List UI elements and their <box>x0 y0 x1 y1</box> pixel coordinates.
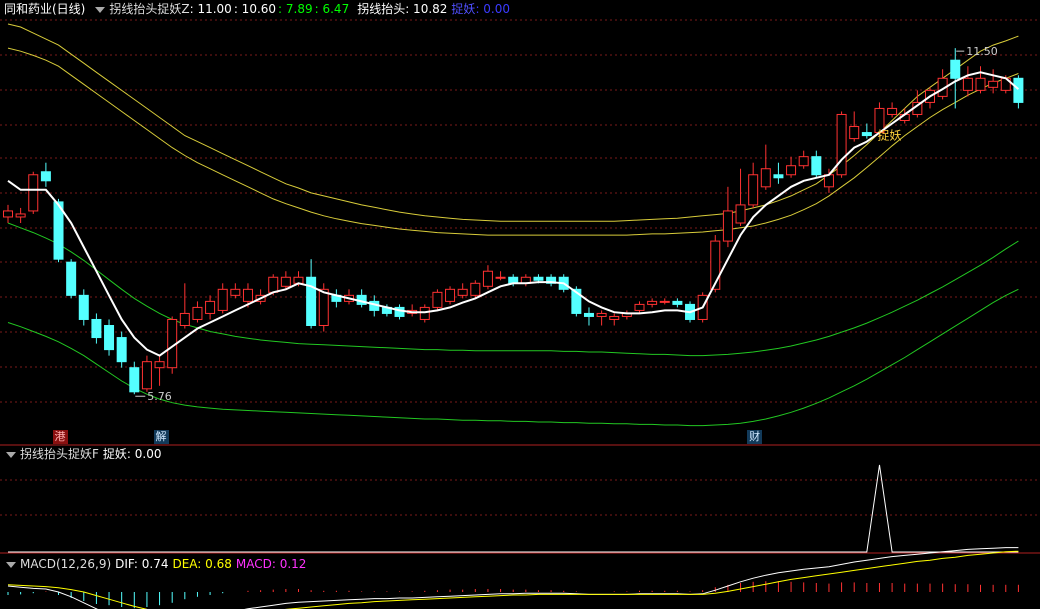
candle-body <box>432 291 443 308</box>
stock-chart[interactable]: 11.50 5.76 捉妖 <box>0 0 1040 609</box>
candle-body <box>192 306 203 320</box>
candle-body <box>798 156 809 167</box>
candle-body <box>78 294 89 320</box>
candle-body <box>722 210 733 242</box>
upper-band-line <box>7 23 1019 222</box>
candle-body <box>735 204 746 224</box>
candle-body <box>179 312 190 326</box>
candle-body <box>154 361 165 369</box>
candle-body <box>811 156 822 176</box>
candle-body <box>457 288 468 296</box>
candle-body <box>634 303 645 311</box>
candle-body <box>141 361 152 390</box>
candle-body <box>748 174 759 206</box>
candle-body <box>647 300 658 305</box>
candle-body <box>15 213 26 218</box>
candle-body <box>419 306 430 320</box>
candle-body <box>280 276 291 287</box>
candle-body <box>66 261 77 296</box>
candle-body <box>217 288 228 311</box>
candle-body <box>268 276 279 293</box>
grid-lines <box>0 19 1040 554</box>
signal-spike-line <box>8 464 1019 553</box>
candle-body <box>470 282 481 296</box>
candle-body <box>861 132 872 137</box>
high-label: 11.50 <box>966 45 998 58</box>
candle-body <box>609 315 620 320</box>
candle-body <box>887 107 898 115</box>
candle-body <box>786 165 797 176</box>
candle-body <box>129 367 140 393</box>
candle-body <box>760 168 771 188</box>
candle-body <box>242 288 253 302</box>
event-marker[interactable]: 解 <box>153 430 169 444</box>
candle-body <box>482 270 493 287</box>
annotations: 11.50 5.76 捉妖 <box>135 45 998 403</box>
candle-body <box>988 80 999 88</box>
candle-body <box>975 77 986 91</box>
candle-body <box>659 300 670 303</box>
macd-indicator <box>7 547 1019 609</box>
candle-body <box>116 337 127 363</box>
signal-label: 捉妖 <box>877 128 901 143</box>
candle-body <box>104 325 115 351</box>
candle-body <box>28 174 39 212</box>
candle-body <box>836 113 847 176</box>
candle-body <box>230 288 241 296</box>
event-marker[interactable]: 财 <box>747 430 763 444</box>
sub-indicator <box>8 464 1019 553</box>
candle-body <box>950 59 961 79</box>
low-label: 5.76 <box>147 390 172 403</box>
lower-band-line <box>7 222 1019 357</box>
candle-body <box>533 276 544 281</box>
candle-body <box>773 174 784 179</box>
candle-body <box>445 288 456 302</box>
candle-body <box>306 276 317 327</box>
candle-body <box>596 312 607 317</box>
candle-body <box>318 288 329 326</box>
candle-body <box>583 312 594 317</box>
candle-body <box>1013 77 1024 103</box>
candle-body <box>205 300 216 314</box>
candle-body <box>3 210 13 218</box>
candle-body <box>40 171 51 182</box>
candle-body <box>672 300 683 305</box>
candle-body <box>495 276 506 279</box>
candle-body <box>849 126 860 140</box>
candle-body <box>962 77 973 91</box>
event-marker[interactable]: 港 <box>52 430 68 444</box>
candle-body <box>91 318 102 339</box>
